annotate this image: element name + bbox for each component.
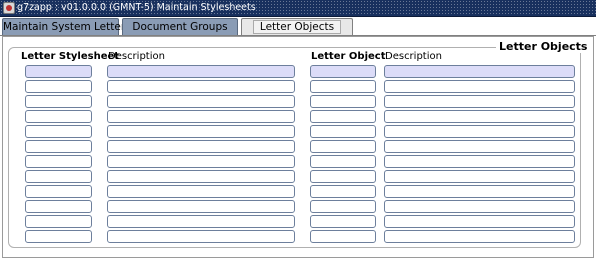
tab-maintain-system-letters[interactable]: Maintain System Letters <box>2 18 131 35</box>
letter-stylesheet-field[interactable] <box>25 155 92 168</box>
stylesheet-description-field[interactable] <box>107 110 295 123</box>
group-title: Letter Objects <box>496 40 591 53</box>
object-description-field[interactable] <box>384 185 575 198</box>
object-description-field[interactable] <box>384 170 575 183</box>
window-title: g7zapp : v01.0.0.0 (GMNT-5) Maintain Sty… <box>17 2 256 13</box>
stylesheet-description-field[interactable] <box>107 140 295 153</box>
object-description-field[interactable] <box>384 230 575 243</box>
letter-object-field[interactable] <box>310 80 376 93</box>
window-edge <box>596 0 600 266</box>
letter-stylesheet-field[interactable] <box>25 125 92 138</box>
letter-stylesheet-field[interactable] <box>25 185 92 198</box>
letter-object-field[interactable] <box>310 200 376 213</box>
object-description-field[interactable] <box>384 200 575 213</box>
letter-object-field[interactable] <box>310 170 376 183</box>
object-description-field[interactable] <box>384 125 575 138</box>
letter-object-field[interactable] <box>310 140 376 153</box>
letter-stylesheet-field[interactable] <box>25 170 92 183</box>
letter-stylesheet-field[interactable] <box>25 140 92 153</box>
letter-object-field[interactable] <box>310 185 376 198</box>
header-object-description: Description <box>385 51 442 62</box>
stylesheet-description-field[interactable] <box>107 155 295 168</box>
letter-object-field[interactable] <box>310 215 376 228</box>
stylesheet-description-field[interactable] <box>107 200 295 213</box>
header-letter-object: Letter Object <box>311 51 386 62</box>
stylesheet-description-field[interactable] <box>107 65 295 78</box>
header-letter-stylesheet: Letter Stylesheet <box>21 51 120 62</box>
letter-object-field[interactable] <box>310 155 376 168</box>
object-description-field[interactable] <box>384 80 575 93</box>
letter-stylesheet-field[interactable] <box>25 110 92 123</box>
letter-object-field[interactable] <box>310 95 376 108</box>
object-description-field[interactable] <box>384 140 575 153</box>
letter-object-field[interactable] <box>310 65 376 78</box>
object-description-field[interactable] <box>384 110 575 123</box>
header-stylesheet-description: Description <box>108 51 165 62</box>
letter-object-field[interactable] <box>310 125 376 138</box>
stylesheet-description-field[interactable] <box>107 215 295 228</box>
letter-stylesheet-field[interactable] <box>25 65 92 78</box>
letter-stylesheet-field[interactable] <box>25 95 92 108</box>
stylesheet-description-field[interactable] <box>107 80 295 93</box>
object-description-field[interactable] <box>384 95 575 108</box>
title-bar: g7zapp : v01.0.0.0 (GMNT-5) Maintain Sty… <box>0 0 596 17</box>
stylesheet-description-field[interactable] <box>107 125 295 138</box>
letter-stylesheet-field[interactable] <box>25 80 92 93</box>
tab-label: Document Groups <box>132 21 228 33</box>
letter-stylesheet-field[interactable] <box>25 230 92 243</box>
tab-letter-objects[interactable]: Letter Objects <box>241 18 353 35</box>
stylesheet-description-field[interactable] <box>107 95 295 108</box>
tab-label: Letter Objects <box>252 20 342 34</box>
app-icon[interactable] <box>3 2 15 14</box>
object-description-field[interactable] <box>384 155 575 168</box>
letter-object-field[interactable] <box>310 230 376 243</box>
stylesheet-description-field[interactable] <box>107 170 295 183</box>
object-description-field[interactable] <box>384 215 575 228</box>
tab-label: Maintain System Letters <box>3 21 131 33</box>
tab-document-groups[interactable]: Document Groups <box>122 18 238 35</box>
stylesheet-description-field[interactable] <box>107 230 295 243</box>
stylesheet-description-field[interactable] <box>107 185 295 198</box>
letter-stylesheet-field[interactable] <box>25 215 92 228</box>
object-description-field[interactable] <box>384 65 575 78</box>
letter-stylesheet-field[interactable] <box>25 200 92 213</box>
letter-object-field[interactable] <box>310 110 376 123</box>
